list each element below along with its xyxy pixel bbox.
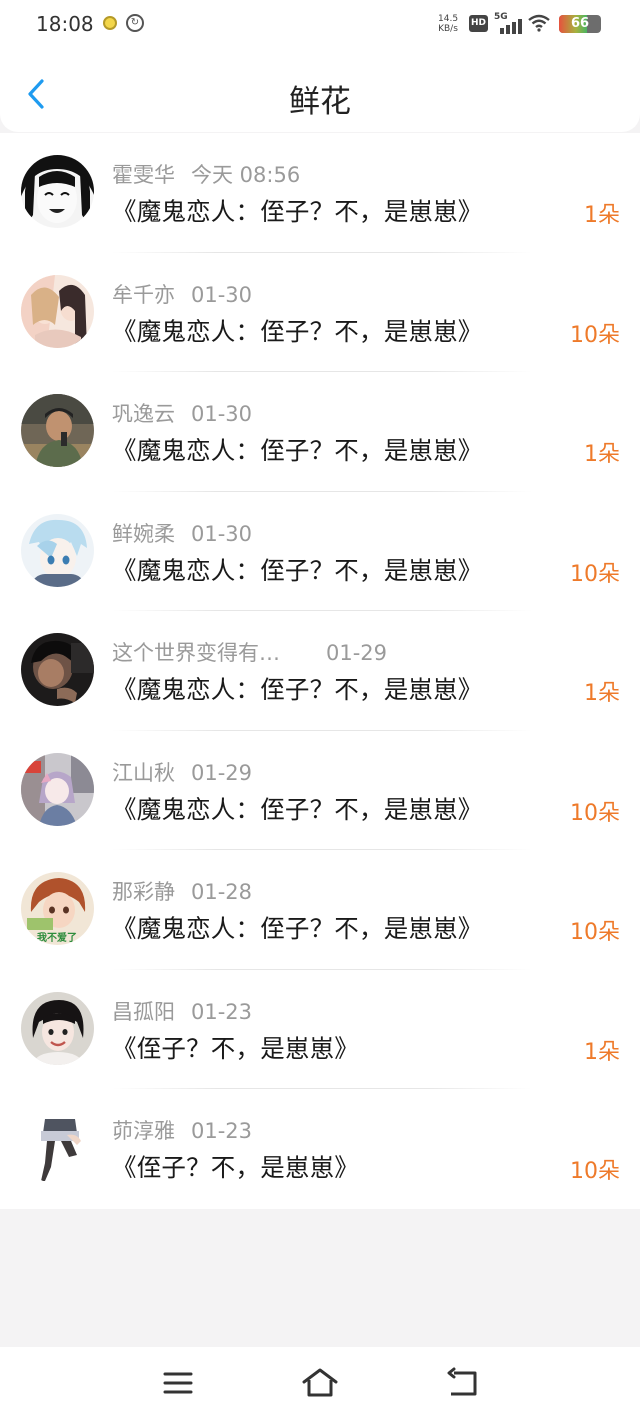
- user-name: 这个世界变得有…: [112, 641, 280, 665]
- gift-time: 01-30: [191, 282, 253, 307]
- gift-time: 今天 08:56: [191, 163, 301, 187]
- book-title: 《侄子？不，是崽崽》: [112, 1153, 359, 1182]
- flower-count: 1朵: [584, 681, 620, 706]
- book-title: 《魔鬼恋人：侄子？不，是崽崽》: [112, 316, 483, 346]
- avatar[interactable]: [21, 991, 94, 1065]
- back-arrow-icon[interactable]: [442, 1367, 482, 1399]
- gift-meta: 茆淳雅 01-23: [112, 1115, 252, 1145]
- flower-count: 10朵: [570, 1159, 620, 1184]
- gift-time: 01-23: [191, 1119, 253, 1143]
- flower-count: 1朵: [584, 1039, 620, 1065]
- user-name: 茆淳雅: [112, 1119, 175, 1143]
- user-name: 巩逸云: [112, 402, 175, 426]
- gift-time: 01-29: [191, 760, 253, 785]
- flower-count: 1朵: [584, 442, 620, 467]
- gift-time: 01-28: [191, 880, 253, 904]
- gift-meta: 昌孤阳 01-23: [112, 996, 252, 1026]
- gift-meta: 巩逸云 01-30: [112, 398, 252, 428]
- notification-system-icon: ↻: [126, 14, 144, 32]
- gift-meta: 江山秋 01-29: [112, 757, 252, 787]
- book-title: 《魔鬼恋人：侄子？不，是崽崽》: [112, 914, 483, 943]
- network-type-label: 5G: [494, 12, 508, 22]
- list-item[interactable]: 鲜婉柔 01-30 《魔鬼恋人：侄子？不，是崽崽》 10朵: [0, 492, 640, 611]
- network-speed-unit: KB/s: [438, 24, 458, 34]
- gift-meta: 这个世界变得有… 01-29: [112, 637, 387, 667]
- user-name: 昌孤阳: [112, 999, 175, 1024]
- battery-icon: 66: [559, 15, 601, 33]
- book-title: 《魔鬼恋人：侄子？不，是崽崽》: [112, 675, 483, 704]
- user-name: 牟千亦: [112, 282, 175, 307]
- wifi-icon: [528, 14, 550, 32]
- flower-count: 10朵: [570, 800, 620, 826]
- gift-time: 01-29: [326, 641, 388, 665]
- avatar[interactable]: [21, 394, 94, 467]
- gift-meta: 鲜婉柔 01-30: [112, 518, 252, 548]
- book-title: 《侄子？不，是崽崽》: [112, 1033, 359, 1063]
- network-speed-value: 14.5: [438, 14, 459, 24]
- list-item[interactable]: 牟千亦 01-30 《魔鬼恋人：侄子？不，是崽崽》 10朵: [0, 253, 640, 372]
- gift-time: 01-30: [191, 402, 253, 426]
- list-item[interactable]: 茆淳雅 01-23 《侄子？不，是崽崽》 10朵: [0, 1089, 640, 1209]
- avatar[interactable]: [21, 155, 94, 228]
- user-name: 那彩静: [112, 880, 175, 904]
- flower-count: 1朵: [584, 203, 620, 228]
- gift-time: 01-23: [191, 999, 253, 1024]
- user-name: 江山秋: [112, 760, 175, 785]
- menu-icon[interactable]: [158, 1367, 198, 1399]
- list-item[interactable]: 这个世界变得有… 01-29 《魔鬼恋人：侄子？不，是崽崽》 1朵: [0, 611, 640, 731]
- app-bar: 鲜花: [0, 52, 640, 132]
- list-item[interactable]: 霍雯华 今天 08:56 《魔鬼恋人：侄子？不，是崽崽》 1朵: [0, 133, 640, 253]
- book-title: 《魔鬼恋人：侄子？不，是崽崽》: [112, 794, 483, 824]
- notification-app-icon: [103, 16, 117, 30]
- gift-time: 01-30: [191, 521, 253, 546]
- avatar[interactable]: [21, 633, 94, 706]
- hd-icon: HD: [469, 15, 488, 32]
- book-title: 《魔鬼恋人：侄子？不，是崽崽》: [112, 197, 483, 226]
- list-item[interactable]: 我不爱了 那彩静 01-28 《魔鬼恋人：侄子？不，是崽崽》 10朵: [0, 850, 640, 970]
- flower-count: 10朵: [570, 322, 620, 348]
- user-name: 霍雯华: [112, 163, 175, 187]
- flower-list: 霍雯华 今天 08:56 《魔鬼恋人：侄子？不，是崽崽》 1朵 牟千亦 01-30 …: [0, 133, 640, 1209]
- avatar[interactable]: [21, 752, 94, 826]
- book-title: 《魔鬼恋人：侄子？不，是崽崽》: [112, 436, 483, 465]
- user-name: 鲜婉柔: [112, 521, 175, 546]
- page-title: 鲜花: [289, 84, 351, 120]
- avatar[interactable]: [21, 1111, 94, 1184]
- avatar[interactable]: [21, 513, 94, 587]
- system-nav-bar: [0, 1347, 640, 1422]
- avatar-caption: 我不爱了: [37, 931, 77, 944]
- list-item[interactable]: 昌孤阳 01-23 《侄子？不，是崽崽》 1朵: [0, 970, 640, 1089]
- flower-count: 10朵: [570, 920, 620, 945]
- avatar[interactable]: 我不爱了: [21, 872, 94, 945]
- list-item[interactable]: 巩逸云 01-30 《魔鬼恋人：侄子？不，是崽崽》 1朵: [0, 372, 640, 492]
- cellular-signal-icon: 5G: [494, 12, 522, 34]
- book-title: 《魔鬼恋人：侄子？不，是崽崽》: [112, 555, 483, 585]
- gift-meta: 那彩静 01-28: [112, 876, 252, 906]
- avatar[interactable]: [21, 274, 94, 348]
- status-time: 18:08: [36, 12, 94, 36]
- home-icon[interactable]: [300, 1367, 340, 1399]
- network-speed: 14.5 KB/s: [438, 14, 458, 34]
- list-item[interactable]: 江山秋 01-29 《魔鬼恋人：侄子？不，是崽崽》 10朵: [0, 731, 640, 850]
- battery-percent: 66: [570, 16, 590, 31]
- status-bar: 18:08 ↻ 14.5 KB/s HD 5G 66: [0, 0, 640, 52]
- gift-meta: 霍雯华 今天 08:56: [112, 159, 300, 189]
- flower-count: 10朵: [570, 561, 620, 587]
- gift-meta: 牟千亦 01-30: [112, 279, 252, 309]
